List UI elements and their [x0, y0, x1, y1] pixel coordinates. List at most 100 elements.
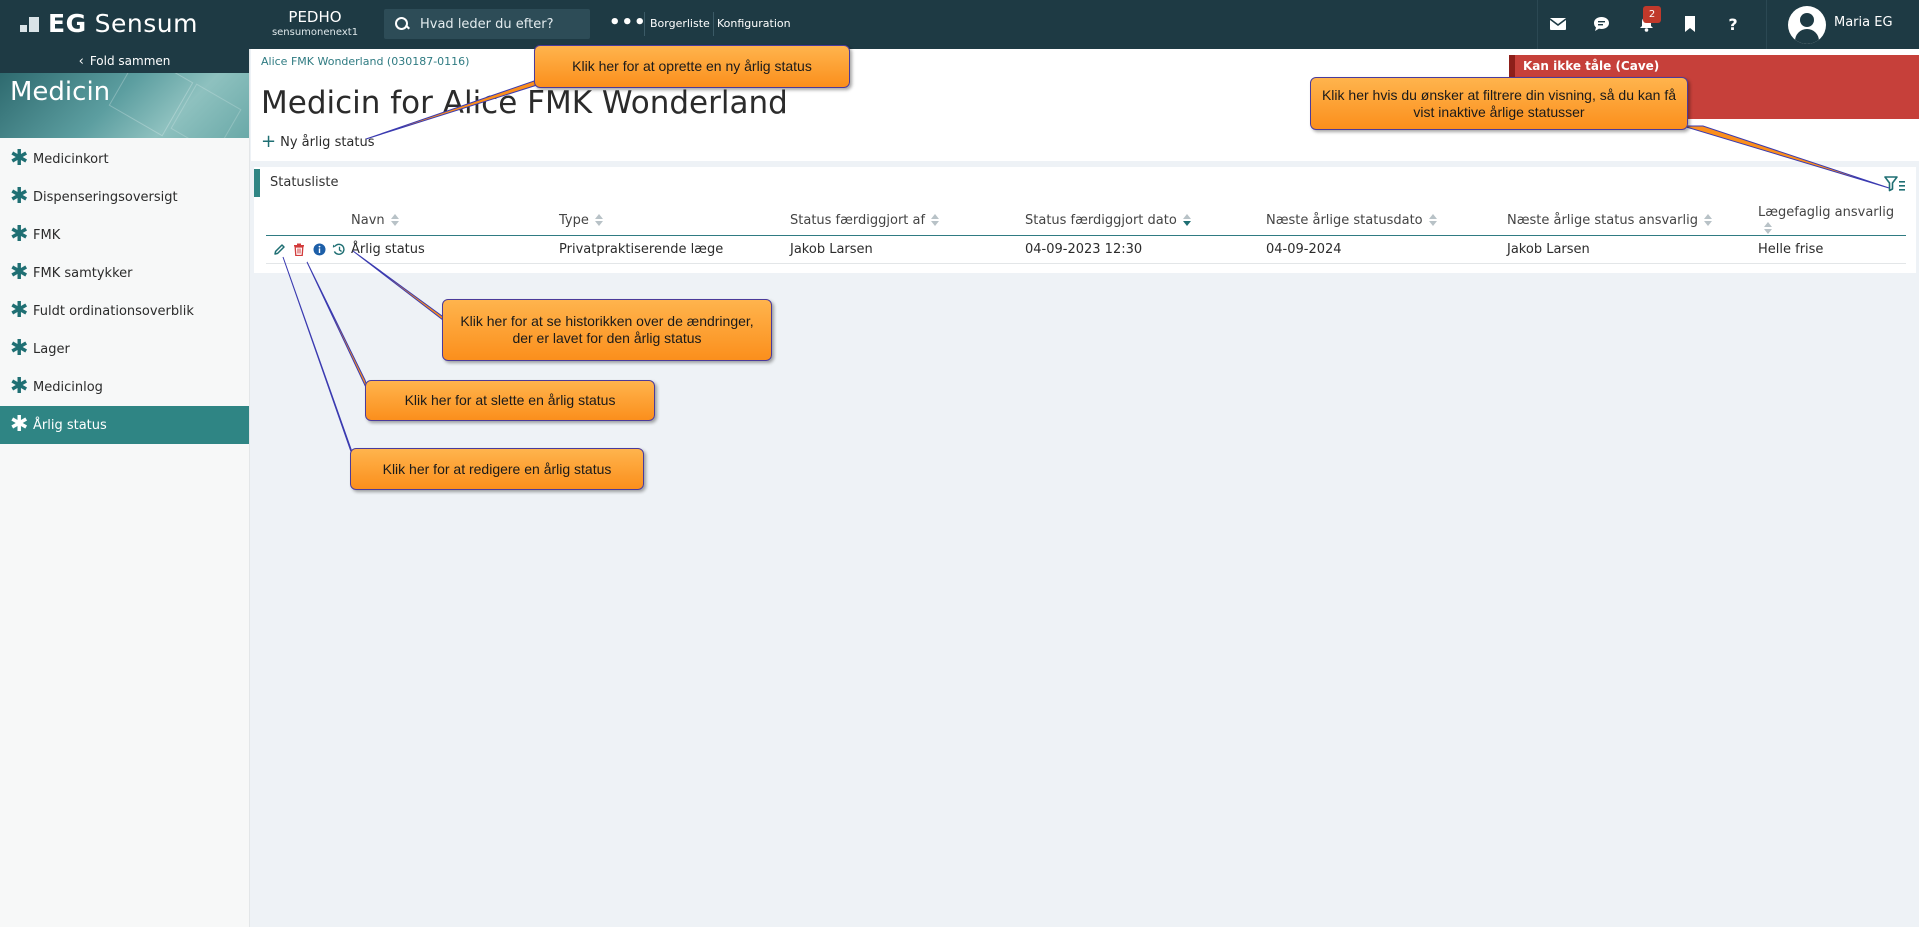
card-title: Statusliste — [270, 175, 339, 190]
section-title: Medicin — [10, 77, 111, 107]
sort-icon — [931, 214, 940, 226]
topbar-divider — [1766, 0, 1767, 49]
column-header-label: Næste årlige status ansvarlig — [1507, 212, 1698, 228]
sidebar-item-label: Medicinlog — [33, 379, 103, 395]
callout-filter: Klik her hvis du ønsker at filtrere din … — [1310, 77, 1688, 130]
asterisk-icon: ✱ — [10, 222, 29, 247]
asterisk-icon: ✱ — [10, 184, 29, 209]
edit-pencil-icon[interactable] — [272, 243, 286, 257]
sidebar-item-label: Medicinkort — [33, 151, 109, 167]
new-annual-status-label: Ny årlig status — [280, 134, 375, 150]
sort-icon — [1764, 221, 1773, 234]
search-icon — [394, 16, 410, 32]
sidebar-item-label: Dispenseringsoversigt — [33, 189, 178, 205]
sidebar-menu: ✱ Medicinkort ✱ Dispenseringsoversigt ✱ FMK… — [0, 140, 249, 444]
sidebar-item-fuldt-ordinationsoverblik[interactable]: ✱ Fuldt ordinationsoverblik — [0, 292, 249, 330]
column-header-label: Status færdiggjort af — [790, 212, 926, 228]
column-header-type[interactable]: Type — [559, 205, 790, 236]
callout-history: Klik her for at se historikken over de æ… — [442, 299, 772, 361]
nav-divider — [713, 12, 714, 36]
sidebar-item-label: Lager — [33, 341, 70, 357]
nav-borgerliste[interactable]: Borgerliste — [650, 17, 710, 30]
sort-desc-icon — [1182, 214, 1192, 226]
page-title: Medicin for Alice FMK Wonderland — [261, 85, 788, 121]
nav-konfiguration[interactable]: Konfiguration — [717, 17, 791, 30]
logo-eg-text: EG — [48, 9, 87, 38]
sidebar-item-aarlig-status[interactable]: ✱ Årlig status — [0, 406, 249, 444]
column-header-actions — [266, 205, 351, 236]
column-header-label: Lægefaglig ansvarlig — [1758, 205, 1895, 220]
asterisk-icon: ✱ — [10, 374, 29, 399]
avatar[interactable] — [1788, 6, 1826, 44]
table-header-row: Navn Type Status færdiggjort af Status f… — [266, 205, 1906, 236]
sidebar-item-medicinlog[interactable]: ✱ Medicinlog — [0, 368, 249, 406]
search-box[interactable] — [384, 9, 590, 39]
nav-divider — [644, 12, 645, 36]
column-header-completed-by[interactable]: Status færdiggjort af — [790, 205, 1025, 236]
table-row: Årlig status Privatpraktiserende læge Ja… — [266, 235, 1906, 264]
sidebar-item-lager[interactable]: ✱ Lager — [0, 330, 249, 368]
column-header-label: Type — [559, 212, 589, 228]
delete-trash-icon[interactable] — [292, 243, 306, 257]
notification-badge: 2 — [1643, 6, 1661, 23]
column-header-medical-responsible[interactable]: Lægefaglig ansvarlig — [1758, 205, 1906, 236]
filter-icon[interactable] — [1884, 175, 1906, 193]
top-bar: EG Sensum PEDHO sensumonenext1 ••• Borge… — [0, 0, 1919, 49]
chat-icon[interactable] — [1590, 13, 1612, 35]
callout-new-status: Klik her for at oprette en ny årlig stat… — [534, 45, 850, 88]
more-menu-button[interactable]: ••• — [609, 12, 647, 33]
callout-edit: Klik her for at redigere en årlig status — [350, 448, 644, 490]
plus-icon: + — [261, 131, 277, 152]
eg-sensum-logo[interactable]: EG Sensum — [20, 9, 198, 38]
sidebar-item-label: FMK samtykker — [33, 265, 133, 281]
column-header-next-date[interactable]: Næste årlige statusdato — [1266, 205, 1507, 236]
new-annual-status-button[interactable]: + Ny årlig status — [261, 133, 375, 151]
asterisk-icon: ✱ — [10, 412, 29, 437]
cell-completed-date: 04-09-2023 12:30 — [1025, 235, 1266, 264]
column-header-completed-date[interactable]: Status færdiggjort dato — [1025, 205, 1266, 236]
column-header-label: Navn — [351, 212, 385, 228]
fold-label: Fold sammen — [89, 54, 171, 68]
sort-icon — [1703, 214, 1713, 226]
user-name[interactable]: Maria EG — [1834, 15, 1893, 30]
logo-mark-icon — [20, 15, 42, 33]
bookmark-icon[interactable] — [1679, 13, 1701, 35]
column-header-navn[interactable]: Navn — [351, 205, 559, 236]
sort-icon — [1428, 214, 1438, 226]
sort-icon — [390, 214, 400, 226]
column-header-label: Status færdiggjort dato — [1025, 212, 1177, 228]
row-actions — [266, 235, 351, 264]
asterisk-icon: ✱ — [10, 336, 29, 361]
sidebar-item-label: FMK — [33, 227, 61, 243]
asterisk-icon: ✱ — [10, 298, 29, 323]
fold-sidebar-button[interactable]: ‹ Fold sammen — [0, 49, 249, 73]
sidebar-item-fmk-samtykker[interactable]: ✱ FMK samtykker — [0, 254, 249, 292]
column-header-next-responsible[interactable]: Næste årlige status ansvarlig — [1507, 205, 1758, 236]
status-list-card: Statusliste Navn Type Status færdiggjort… — [254, 167, 1916, 273]
cell-completed-by: Jakob Larsen — [790, 235, 1025, 264]
cell-next-responsible: Jakob Larsen — [1507, 235, 1758, 264]
info-icon[interactable] — [312, 243, 326, 257]
asterisk-icon: ✱ — [10, 146, 29, 171]
sort-icon — [594, 214, 604, 226]
org-subtitle: sensumonenext1 — [271, 27, 359, 38]
chevron-left-icon: ‹ — [78, 54, 84, 69]
card-header: Statusliste — [254, 167, 1916, 197]
org-name: PEDHO — [288, 8, 342, 26]
mail-icon[interactable] — [1547, 13, 1569, 35]
cell-type: Privatpraktiserende læge — [559, 235, 790, 264]
organization-switcher[interactable]: PEDHO sensumonenext1 — [262, 8, 368, 38]
cell-next-date: 04-09-2024 — [1266, 235, 1507, 264]
sidebar-item-fmk[interactable]: ✱ FMK — [0, 216, 249, 254]
sidebar-item-dispenseringsoversigt[interactable]: ✱ Dispenseringsoversigt — [0, 178, 249, 216]
topbar-divider — [1537, 0, 1538, 49]
help-icon[interactable]: ? — [1722, 13, 1744, 35]
breadcrumb[interactable]: Alice FMK Wonderland (030187-0116) — [261, 55, 469, 68]
sidebar-item-medicinkort[interactable]: ✱ Medicinkort — [0, 140, 249, 178]
search-input[interactable] — [420, 16, 580, 32]
asterisk-icon: ✱ — [10, 260, 29, 285]
cell-navn: Årlig status — [351, 235, 559, 264]
status-table: Navn Type Status færdiggjort af Status f… — [266, 205, 1906, 264]
history-icon[interactable] — [332, 243, 346, 257]
section-banner: Medicin — [0, 73, 249, 138]
